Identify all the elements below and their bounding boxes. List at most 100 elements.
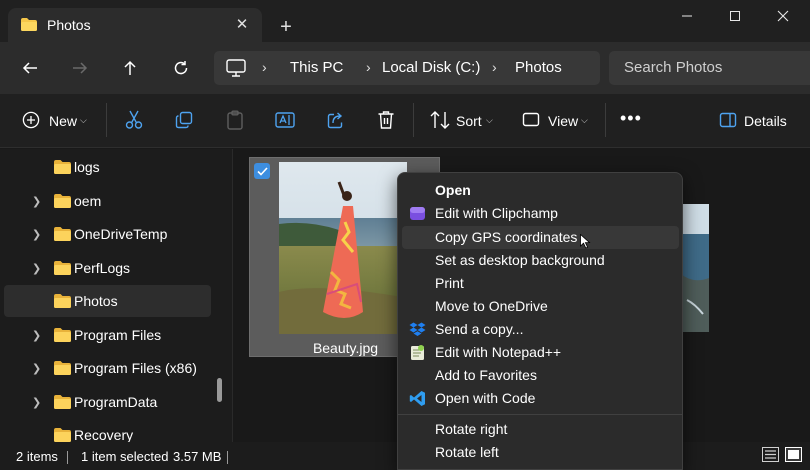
new-tab-button[interactable]: + xyxy=(272,13,300,41)
chevron-down-icon[interactable]: ⌵ xyxy=(80,115,87,126)
sidebar-item-program-files-x86[interactable]: ❯ Program Files (x86) xyxy=(4,352,211,384)
menu-item-label: Rotate left xyxy=(435,444,499,460)
menu-item-edit-clipchamp[interactable]: Edit with Clipchamp xyxy=(402,202,679,225)
view-button-icon[interactable] xyxy=(520,109,542,131)
tab-title: Photos xyxy=(47,17,91,33)
chevron-right-icon[interactable]: ❯ xyxy=(32,262,41,275)
delete-button[interactable] xyxy=(375,109,397,131)
image-thumbnail[interactable] xyxy=(681,204,709,332)
menu-item-label: Move to OneDrive xyxy=(435,298,548,314)
folder-icon xyxy=(21,18,37,31)
copy-button[interactable] xyxy=(173,109,195,131)
share-button[interactable] xyxy=(325,109,347,131)
selection-count: 1 item selected xyxy=(81,449,169,464)
clipchamp-icon xyxy=(410,207,425,220)
breadcrumb-separator[interactable]: › xyxy=(492,59,497,75)
navigation-pane[interactable]: logs ❯ oem ❯ OneDriveTemp ❯ PerfLogs Pho… xyxy=(0,149,232,442)
new-button[interactable]: New xyxy=(49,113,77,129)
tab-close-button[interactable]: ✕ xyxy=(231,13,253,35)
menu-item-add-favorites[interactable]: Add to Favorites xyxy=(402,364,679,387)
chevron-right-icon[interactable]: ❯ xyxy=(32,195,41,208)
details-view-icon[interactable] xyxy=(762,447,779,462)
close-window-button[interactable] xyxy=(760,2,806,30)
sidebar-item-photos[interactable]: Photos xyxy=(4,285,211,317)
back-button[interactable] xyxy=(14,52,46,84)
image-thumbnail xyxy=(279,162,407,334)
menu-item-open[interactable]: Open xyxy=(402,179,679,202)
sidebar-item-label: Program Files (x86) xyxy=(74,360,197,376)
menu-item-send-copy[interactable]: Send a copy... xyxy=(402,318,679,341)
menu-item-set-background[interactable]: Set as desktop background xyxy=(402,249,679,272)
chevron-right-icon[interactable]: ❯ xyxy=(32,396,41,409)
folder-icon xyxy=(54,328,71,342)
up-button[interactable] xyxy=(114,52,146,84)
checkmark-icon xyxy=(256,166,268,176)
more-options-button[interactable]: ••• xyxy=(620,108,642,129)
chevron-down-icon[interactable]: ⌵ xyxy=(486,115,493,126)
sort-button[interactable]: Sort xyxy=(456,113,482,129)
breadcrumb-this-pc[interactable]: This PC xyxy=(290,59,343,76)
status-separator xyxy=(67,451,68,464)
selection-size: 3.57 MB xyxy=(173,449,222,464)
sidebar-item-program-files[interactable]: ❯ Program Files xyxy=(4,319,211,351)
sidebar-scrollbar[interactable] xyxy=(217,378,222,402)
sidebar-item-programdata[interactable]: ❯ ProgramData xyxy=(4,386,211,418)
details-pane-icon xyxy=(719,112,737,128)
sort-button-icon[interactable] xyxy=(429,109,451,131)
folder-icon xyxy=(54,294,71,308)
menu-item-move-onedrive[interactable]: Move to OneDrive xyxy=(402,295,679,318)
paste-button[interactable] xyxy=(224,109,246,131)
details-button-icon[interactable] xyxy=(717,109,739,131)
menu-item-rotate-right[interactable]: Rotate right xyxy=(402,418,679,441)
refresh-button[interactable] xyxy=(165,52,197,84)
menu-item-edit-notepadpp[interactable]: Edit with Notepad++ xyxy=(402,341,679,364)
cut-button[interactable] xyxy=(123,109,145,131)
arrow-left-icon xyxy=(22,62,37,74)
forward-button[interactable] xyxy=(64,52,96,84)
sort-icon xyxy=(430,111,450,129)
breadcrumb-separator[interactable]: › xyxy=(366,59,371,75)
menu-item-open-code[interactable]: Open with Code xyxy=(402,387,679,410)
chevron-right-icon[interactable]: ❯ xyxy=(32,228,41,241)
chevron-right-icon[interactable]: ❯ xyxy=(32,329,41,342)
share-icon xyxy=(327,112,343,129)
sidebar-item-recovery[interactable]: Recovery xyxy=(4,419,211,442)
selection-checkbox[interactable] xyxy=(254,163,270,179)
sidebar-item-onedrivetemp[interactable]: ❯ OneDriveTemp xyxy=(4,218,211,250)
address-bar[interactable]: › This PC › Local Disk (C:) › Photos xyxy=(214,51,600,85)
maximize-icon xyxy=(730,11,740,21)
scissors-icon xyxy=(125,110,143,129)
search-box[interactable]: Search Photos xyxy=(609,51,810,85)
breadcrumb-separator[interactable]: › xyxy=(262,59,267,75)
maximize-button[interactable] xyxy=(712,2,758,30)
menu-item-label: Open with Code xyxy=(435,390,536,406)
close-icon xyxy=(777,10,789,22)
large-icons-view-icon[interactable] xyxy=(785,447,802,462)
breadcrumb-local-disk[interactable]: Local Disk (C:) xyxy=(382,59,480,76)
details-button[interactable]: Details xyxy=(744,113,787,129)
chevron-right-icon[interactable]: ❯ xyxy=(32,362,41,375)
minimize-button[interactable] xyxy=(664,2,710,30)
sidebar-item-perflogs[interactable]: ❯ PerfLogs xyxy=(4,252,211,284)
minimize-icon xyxy=(682,15,692,17)
trash-icon xyxy=(378,111,394,129)
rename-icon xyxy=(275,112,295,128)
menu-item-rotate-left[interactable]: Rotate left xyxy=(402,441,679,464)
rename-button[interactable] xyxy=(274,109,296,131)
arrow-right-icon xyxy=(73,62,88,74)
folder-icon xyxy=(54,428,71,442)
sidebar-item-logs[interactable]: logs xyxy=(4,151,211,183)
view-icon xyxy=(522,112,540,127)
chevron-down-icon[interactable]: ⌵ xyxy=(581,115,588,126)
notepadpp-icon xyxy=(411,345,424,360)
dropbox-icon xyxy=(409,322,426,336)
new-button-icon[interactable] xyxy=(20,109,42,131)
view-button[interactable]: View xyxy=(548,113,578,129)
tab-photos[interactable]: Photos ✕ xyxy=(8,8,262,42)
menu-item-copy-gps[interactable]: Copy GPS coordinates xyxy=(402,226,679,249)
search-input[interactable]: Search Photos xyxy=(624,59,722,76)
breadcrumb-photos[interactable]: Photos xyxy=(515,59,562,76)
menu-item-print[interactable]: Print xyxy=(402,272,679,295)
command-separator xyxy=(605,103,606,137)
sidebar-item-oem[interactable]: ❯ oem xyxy=(4,185,211,217)
